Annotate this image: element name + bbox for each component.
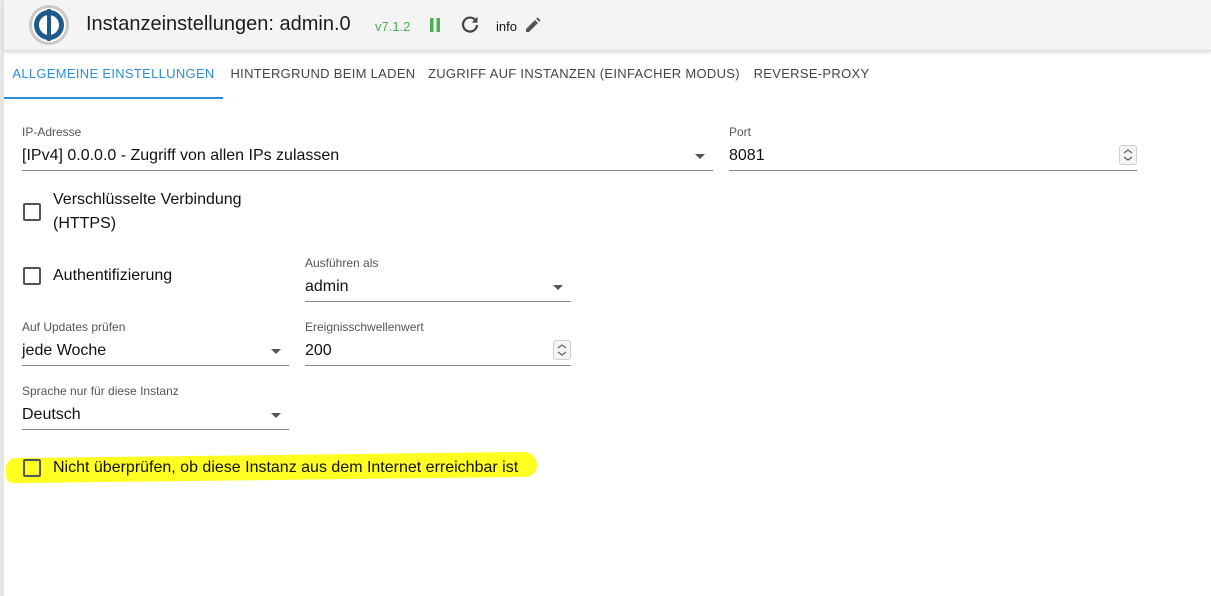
port-value: 8081	[729, 147, 765, 164]
tab-zugriff-auf-instanzen[interactable]: ZUGRIFF AUF INSTANZEN (EINFACHER MODUS)	[428, 51, 740, 97]
event-threshold-input[interactable]: 200	[305, 339, 571, 366]
tab-allgemeine-einstellungen[interactable]: ALLGEMEINE EINSTELLUNGEN	[4, 51, 223, 99]
iobroker-logo-icon	[29, 5, 69, 45]
instance-language-value: Deutsch	[22, 406, 81, 423]
ip-address-select[interactable]: [IPv4] 0.0.0.0 - Zugriff von allen IPs z…	[22, 144, 713, 171]
app-header: Instanzeinstellungen: admin.0 v7.1.2 inf…	[4, 0, 1211, 51]
version-badge: v7.1.2	[375, 19, 411, 34]
chevron-down-icon	[695, 154, 705, 159]
chevron-down-icon	[271, 349, 281, 354]
run-as-label: Ausführen als	[305, 256, 379, 270]
run-as-select[interactable]: admin	[305, 275, 571, 302]
pause-icon[interactable]	[427, 17, 443, 33]
pencil-icon[interactable]	[524, 16, 542, 34]
authentication-checkbox[interactable]	[23, 267, 41, 285]
instance-language-select[interactable]: Deutsch	[22, 403, 289, 430]
event-threshold-label: Ereignisschwellenwert	[305, 320, 424, 334]
skip-internet-check-checkbox[interactable]	[23, 459, 41, 477]
tab-bar: ALLGEMEINE EINSTELLUNGEN HINTERGRUND BEI…	[4, 51, 1211, 99]
instance-language-label: Sprache nur für diese Instanz	[22, 384, 179, 398]
https-checkbox[interactable]	[23, 203, 41, 221]
port-input[interactable]: 8081	[729, 144, 1137, 171]
https-label-line1: Verschlüsselte Verbindung	[53, 191, 242, 208]
number-stepper-icon[interactable]	[553, 340, 571, 360]
update-check-select[interactable]: jede Woche	[22, 339, 289, 366]
tab-hintergrund-beim-laden[interactable]: HINTERGRUND BEIM LADEN	[223, 51, 423, 97]
page-title: Instanzeinstellungen: admin.0	[86, 13, 351, 35]
port-label: Port	[729, 125, 752, 139]
https-label-line2: (HTTPS)	[53, 215, 117, 232]
chevron-down-icon	[553, 285, 563, 290]
run-as-value: admin	[305, 278, 349, 295]
ip-address-value: [IPv4] 0.0.0.0 - Zugriff von allen IPs z…	[22, 147, 340, 164]
skip-internet-check-label: Nicht überprüfen, ob diese Instanz aus d…	[53, 459, 519, 476]
info-link[interactable]: info	[496, 19, 517, 34]
event-threshold-value: 200	[305, 342, 332, 359]
authentication-label: Authentifizierung	[53, 267, 173, 284]
update-check-label: Auf Updates prüfen	[22, 320, 126, 334]
update-check-value: jede Woche	[22, 342, 107, 359]
chevron-down-icon	[271, 413, 281, 418]
tab-reverse-proxy[interactable]: REVERSE-PROXY	[746, 51, 877, 97]
reload-icon[interactable]	[460, 15, 480, 35]
ip-address-label: IP-Adresse	[22, 125, 82, 139]
number-stepper-icon[interactable]	[1119, 145, 1137, 165]
